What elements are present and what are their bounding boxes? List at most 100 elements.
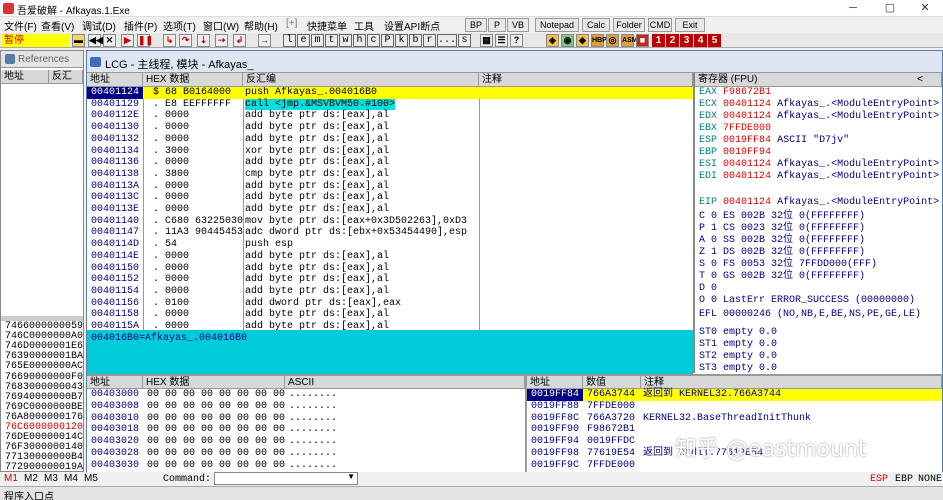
registers-pane[interactable]: 寄存器 (FPU) < EAX F98672B1 ECX 00401124 Af… bbox=[693, 73, 942, 374]
references-button[interactable]: r bbox=[423, 34, 436, 47]
fpu-line[interactable]: ST0 empty 0.0 bbox=[699, 327, 777, 339]
plugin-icon-3[interactable]: ◆ bbox=[576, 34, 589, 47]
flag-line[interactable]: D 0 bbox=[699, 283, 717, 295]
stack-col-comment[interactable]: 注释 bbox=[641, 376, 942, 389]
call-stack-button[interactable]: k bbox=[395, 34, 408, 47]
windows-button[interactable]: w bbox=[339, 34, 352, 47]
cpu-col-hex[interactable]: HEX 数据 bbox=[143, 73, 243, 87]
menu-plugins[interactable]: 插件(P) bbox=[124, 18, 157, 33]
references-col-address[interactable]: 地址 bbox=[1, 70, 49, 84]
restart-icon[interactable]: ◀◀ bbox=[88, 34, 103, 47]
table-row[interactable]: 0040115A. 0000 add byte ptr ds:[eax],al bbox=[87, 321, 693, 330]
chevron-left-icon[interactable]: < bbox=[917, 73, 923, 86]
plugin-icon-5[interactable]: ■ bbox=[636, 34, 649, 47]
table-row[interactable]: 00401140. C680 63225030 mov byte ptr ds:[e… bbox=[87, 216, 693, 228]
handles-button[interactable]: h bbox=[353, 34, 366, 47]
calc-button[interactable]: Calc bbox=[582, 18, 610, 32]
threads-button[interactable]: t bbox=[325, 34, 338, 47]
run-trace-button[interactable]: ... bbox=[437, 34, 457, 47]
cpu-col-comment[interactable]: 注释 bbox=[479, 73, 693, 87]
tab-m1[interactable]: M1 bbox=[4, 473, 18, 484]
trace-into-icon[interactable]: ⇣ bbox=[197, 34, 210, 47]
pause-icon[interactable]: ❚❚ bbox=[137, 34, 153, 47]
table-row[interactable]: 0040114D. 54 push esp bbox=[87, 239, 693, 251]
menu-api-breakpoint[interactable]: 设置API断点 bbox=[384, 18, 440, 33]
bookmark-4-button[interactable]: 4 bbox=[694, 34, 707, 47]
register-line[interactable]: ESI 00401124 Afkayas_.<ModuleEntryPoint> bbox=[699, 159, 939, 171]
register-line[interactable]: EIP 00401124 Afkayas_.<ModuleEntryPoint> bbox=[699, 197, 939, 209]
flag-line[interactable]: A 0 SS 002B 32位 0(FFFFFFFF) bbox=[699, 235, 865, 247]
bp-button[interactable]: BP bbox=[465, 18, 487, 32]
table-row[interactable]: 00403008 00 00 00 00 00 00 00 00........ bbox=[87, 401, 525, 413]
tab-m4[interactable]: M4 bbox=[64, 473, 78, 484]
fpu-line[interactable]: ST2 empty 0.0 bbox=[699, 351, 777, 363]
flag-line[interactable]: S 0 FS 0053 32位 7FFDD000(FFF) bbox=[699, 259, 877, 271]
menu-debug[interactable]: 调试(D) bbox=[82, 18, 116, 33]
options-icon[interactable]: ☰ bbox=[495, 34, 508, 47]
tab-m5[interactable]: M5 bbox=[84, 473, 98, 484]
stack-pane[interactable]: 地址 数值 注释 0019FF84 766A3744 返回到 KERNEL32.76… bbox=[527, 376, 942, 472]
table-row[interactable]: 00403018 00 00 00 00 00 00 00 00........ bbox=[87, 424, 525, 436]
bookmark-3-button[interactable]: 3 bbox=[680, 34, 693, 47]
table-row[interactable]: 00401132. 0000 add byte ptr ds:[eax],al bbox=[87, 134, 693, 146]
table-row[interactable]: 0019FF8C 766A3720 KERNEL32.BaseThreadInitT… bbox=[527, 413, 942, 425]
table-row[interactable]: 00403000 00 00 00 00 00 00 00 00........ bbox=[87, 389, 525, 401]
references-col-disasm[interactable]: 反汇 bbox=[49, 70, 83, 84]
trace-over-icon[interactable]: ⇢ bbox=[215, 34, 228, 47]
cpu-col-disasm[interactable]: 反汇编 bbox=[243, 73, 479, 87]
p-button[interactable]: P bbox=[488, 18, 506, 32]
table-row[interactable]: 00401124 $68 B0164000 push Afkayas_.004016… bbox=[87, 87, 693, 99]
table-row[interactable]: 0019FF88 7FFDE000 bbox=[527, 401, 942, 413]
table-row[interactable]: 00401129. E8 EEFFFFFF call <jmp.&MSVBVM50.… bbox=[87, 98, 693, 111]
table-row[interactable]: 00401138. 3800 cmp byte ptr ds:[eax],al bbox=[87, 169, 693, 181]
menu-file[interactable]: 文件(F) bbox=[4, 18, 37, 33]
stack-col-address[interactable]: 地址 bbox=[527, 376, 583, 389]
memory-map-button[interactable]: m bbox=[311, 34, 324, 47]
flag-line[interactable]: P 1 CS 0023 32位 0(FFFFFFFF) bbox=[699, 223, 865, 235]
tab-m2[interactable]: M2 bbox=[24, 473, 38, 484]
command-input[interactable]: ▼ bbox=[214, 472, 358, 485]
disassembly-view[interactable]: 00401124 $68 B0164000 push Afkayas_.004016… bbox=[87, 87, 693, 330]
table-row[interactable]: 00401154. 0000 add byte ptr ds:[eax],al bbox=[87, 286, 693, 298]
register-line[interactable]: EBX 7FFDE000 bbox=[699, 123, 771, 135]
menu-shortcuts[interactable]: 快捷菜单 bbox=[307, 18, 347, 33]
dump-col-ascii[interactable]: ASCII bbox=[285, 376, 525, 389]
table-row[interactable]: 00403030 00 00 00 00 00 00 00 00........ bbox=[87, 460, 525, 472]
menu-tools[interactable]: 工具 bbox=[354, 18, 374, 33]
register-line[interactable]: EDX 00401124 Afkayas_.<ModuleEntryPoint> bbox=[699, 111, 939, 123]
register-line[interactable]: ESP 0019FF84 ASCII "D7jv" bbox=[699, 135, 849, 147]
notepad-button[interactable]: Notepad bbox=[535, 18, 579, 32]
bookmark-2-button[interactable]: 2 bbox=[666, 34, 679, 47]
tab-m3[interactable]: M3 bbox=[44, 473, 58, 484]
execute-till-return-icon[interactable]: ↲ bbox=[233, 34, 246, 47]
exit-button[interactable]: Exit bbox=[675, 18, 705, 32]
register-line[interactable]: EBP 0019FF94 bbox=[699, 147, 771, 159]
cpu-button[interactable]: c bbox=[367, 34, 380, 47]
step-over-icon[interactable]: ↷ bbox=[179, 34, 192, 47]
flag-line[interactable]: T 0 GS 002B 32位 0(FFFFFFFF) bbox=[699, 271, 865, 283]
executable-modules-button[interactable]: e bbox=[297, 34, 310, 47]
table-row[interactable]: 00401136. 0000 add byte ptr ds:[eax],al bbox=[87, 157, 693, 169]
log-button[interactable]: l bbox=[283, 34, 296, 47]
menu-view[interactable]: 查看(V) bbox=[41, 18, 74, 33]
dump-col-hex[interactable]: HEX 数据 bbox=[143, 376, 285, 389]
table-row[interactable]: 00401158. 0000 add byte ptr ds:[eax],al bbox=[87, 309, 693, 321]
table-row[interactable]: 00401147. 11A3 90445453 adc dword ptr ds:[… bbox=[87, 227, 693, 239]
table-row[interactable]: 00401130. 0000 add byte ptr ds:[eax],al bbox=[87, 122, 693, 134]
table-row[interactable]: 0040113A. 0000 add byte ptr ds:[eax],al bbox=[87, 181, 693, 193]
table-row[interactable]: 0040112E. 0000 add byte ptr ds:[eax],al bbox=[87, 110, 693, 122]
plugin-icon-1[interactable]: ◈ bbox=[546, 34, 559, 47]
cmd-button[interactable]: CMD bbox=[648, 18, 672, 32]
hbp-icon[interactable]: HBP bbox=[591, 34, 607, 47]
flag-line[interactable]: O 0 LastErr ERROR_SUCCESS (00000000) bbox=[699, 295, 915, 307]
table-row[interactable]: 0040113C. 0000 add byte ptr ds:[eax],al bbox=[87, 192, 693, 204]
esp-option[interactable]: ESP bbox=[870, 474, 888, 485]
help-icon[interactable]: ? bbox=[510, 34, 523, 47]
flag-line[interactable]: Z 1 DS 002B 32位 0(FFFFFFFF) bbox=[699, 247, 865, 259]
fpu-line[interactable]: ST1 empty 0.0 bbox=[699, 339, 777, 351]
close-button[interactable]: ✕ bbox=[910, 0, 940, 17]
bookmark-5-button[interactable]: 5 bbox=[708, 34, 721, 47]
none-option[interactable]: NONE bbox=[918, 474, 942, 485]
table-row[interactable]: 0040113E. 0000 add byte ptr ds:[eax],al bbox=[87, 204, 693, 216]
grid-icon[interactable]: ▦ bbox=[480, 34, 493, 47]
